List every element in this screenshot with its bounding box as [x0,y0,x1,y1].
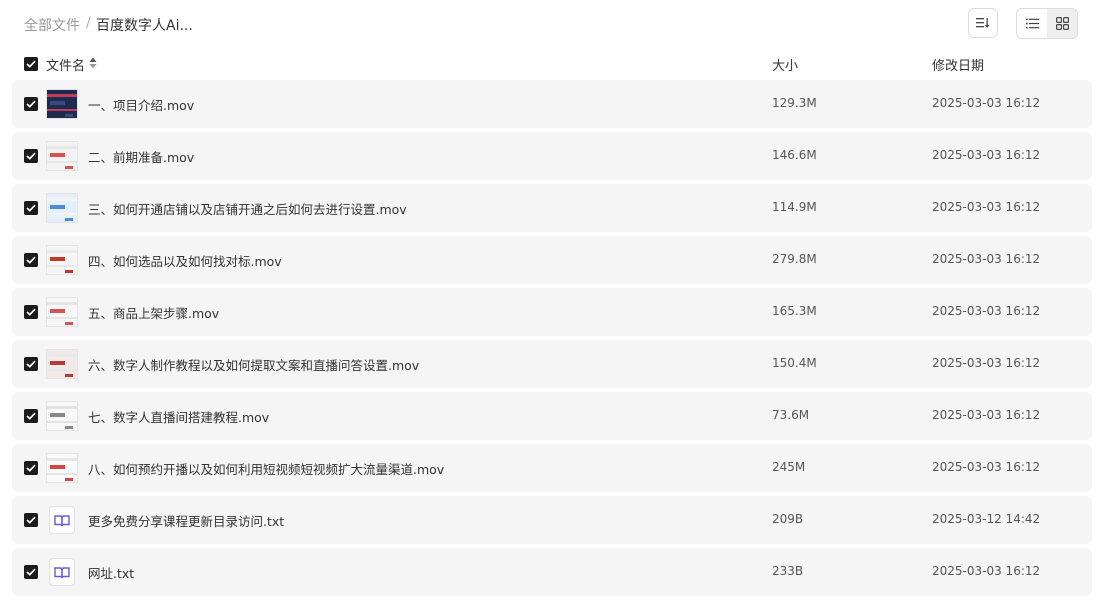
file-checkbox[interactable] [24,565,38,579]
file-date: 2025-03-03 16:12 [932,200,1041,214]
video-thumbnail-icon [46,89,78,119]
breadcrumb-root[interactable]: 全部文件 [24,15,80,35]
file-size: 146.6M [772,148,817,162]
file-row[interactable]: 五、商品上架步骤.mov 165.3M 2025-03-03 16:12 [12,288,1092,336]
video-thumbnail-icon [46,141,78,171]
check-icon [26,412,36,420]
text-file-icon [49,506,75,534]
file-name[interactable]: 四、如何选品以及如何找对标.mov [88,251,282,270]
file-row[interactable]: 三、如何开通店铺以及店铺开通之后如何去进行设置.mov 114.9M 2025-03… [12,184,1092,232]
table-header: 文件名 大小 修改日期 [0,50,1102,78]
file-size: 209B [772,512,804,526]
file-size: 165.3M [772,304,817,318]
column-header-size[interactable]: 大小 [772,55,798,74]
check-icon [26,360,36,368]
file-name[interactable]: 六、数字人制作教程以及如何提取文案和直播问答设置.mov [88,355,419,374]
file-date: 2025-03-12 14:42 [932,512,1041,526]
file-date: 2025-03-03 16:12 [932,356,1041,370]
text-file-icon [49,558,75,586]
file-checkbox[interactable] [24,461,38,475]
file-name[interactable]: 七、数字人直播间搭建教程.mov [88,407,269,426]
file-checkbox[interactable] [24,357,38,371]
list-view-button[interactable] [1017,9,1047,38]
file-size: 129.3M [772,96,817,110]
file-row[interactable]: 二、前期准备.mov 146.6M 2025-03-03 16:12 [12,132,1092,180]
check-icon [26,60,36,68]
file-row[interactable]: 四、如何选品以及如何找对标.mov 279.8M 2025-03-03 16:12 [12,236,1092,284]
check-icon [26,516,36,524]
file-date: 2025-03-03 16:12 [932,460,1041,474]
file-checkbox[interactable] [24,513,38,527]
grid-icon [1055,17,1069,30]
column-header-date[interactable]: 修改日期 [932,55,984,74]
sort-icon [976,18,990,28]
file-name[interactable]: 一、项目介绍.mov [88,95,194,114]
file-name[interactable]: 三、如何开通店铺以及店铺开通之后如何去进行设置.mov [88,199,407,218]
file-row[interactable]: 八、如何预约开播以及如何利用短视频短视频扩大流量渠道.mov 245M 2025-0… [12,444,1092,492]
file-date: 2025-03-03 16:12 [932,252,1041,266]
file-name[interactable]: 网址.txt [88,563,134,582]
video-thumbnail-icon [46,349,78,379]
sort-button[interactable] [968,8,998,38]
check-icon [26,256,36,264]
video-thumbnail-icon [46,401,78,431]
check-icon [26,204,36,212]
file-size: 114.9M [772,200,817,214]
check-icon [26,308,36,316]
column-header-name[interactable]: 文件名 [46,55,85,74]
file-name[interactable]: 五、商品上架步骤.mov [88,303,219,322]
check-icon [26,568,36,576]
video-thumbnail-icon [46,453,78,483]
view-toggle [1016,8,1078,39]
video-thumbnail-icon [46,193,78,223]
file-checkbox[interactable] [24,305,38,319]
file-row[interactable]: 更多免费分享课程更新目录访问.txt 209B 2025-03-12 14:42 [12,496,1092,544]
file-checkbox[interactable] [24,201,38,215]
file-checkbox[interactable] [24,409,38,423]
file-size: 150.4M [772,356,817,370]
file-size: 279.8M [772,252,817,266]
file-size: 73.6M [772,408,810,422]
top-bar: 全部文件 / 百度数字人Ai... [0,0,1102,48]
check-icon [26,464,36,472]
file-row[interactable]: 网址.txt 233B 2025-03-03 16:12 [12,548,1092,596]
breadcrumb-separator: / [86,15,91,31]
file-date: 2025-03-03 16:12 [932,148,1041,162]
file-size: 233B [772,564,804,578]
video-thumbnail-icon [46,245,78,275]
check-icon [26,152,36,160]
breadcrumb-current: 百度数字人Ai... [96,18,193,34]
file-checkbox[interactable] [24,253,38,267]
check-icon [26,100,36,108]
file-row[interactable]: 一、项目介绍.mov 129.3M 2025-03-03 16:12 [12,80,1092,128]
file-date: 2025-03-03 16:12 [932,96,1041,110]
file-date: 2025-03-03 16:12 [932,304,1041,318]
file-name[interactable]: 更多免费分享课程更新目录访问.txt [88,511,284,530]
file-row[interactable]: 七、数字人直播间搭建教程.mov 73.6M 2025-03-03 16:12 [12,392,1092,440]
file-size: 245M [772,460,806,474]
file-row[interactable]: 六、数字人制作教程以及如何提取文案和直播问答设置.mov 150.4M 2025-0… [12,340,1092,388]
sort-toggle-icon[interactable] [89,57,97,69]
file-date: 2025-03-03 16:12 [932,564,1041,578]
file-checkbox[interactable] [24,149,38,163]
file-date: 2025-03-03 16:12 [932,408,1041,422]
file-name[interactable]: 二、前期准备.mov [88,147,194,166]
file-name[interactable]: 八、如何预约开播以及如何利用短视频短视频扩大流量渠道.mov [88,459,444,478]
grid-view-button[interactable] [1047,9,1077,38]
select-all-checkbox[interactable] [24,57,38,71]
file-checkbox[interactable] [24,97,38,111]
list-icon [1025,18,1039,29]
video-thumbnail-icon [46,297,78,327]
file-list: 一、项目介绍.mov 129.3M 2025-03-03 16:12 二、前期准备.m… [12,80,1092,600]
